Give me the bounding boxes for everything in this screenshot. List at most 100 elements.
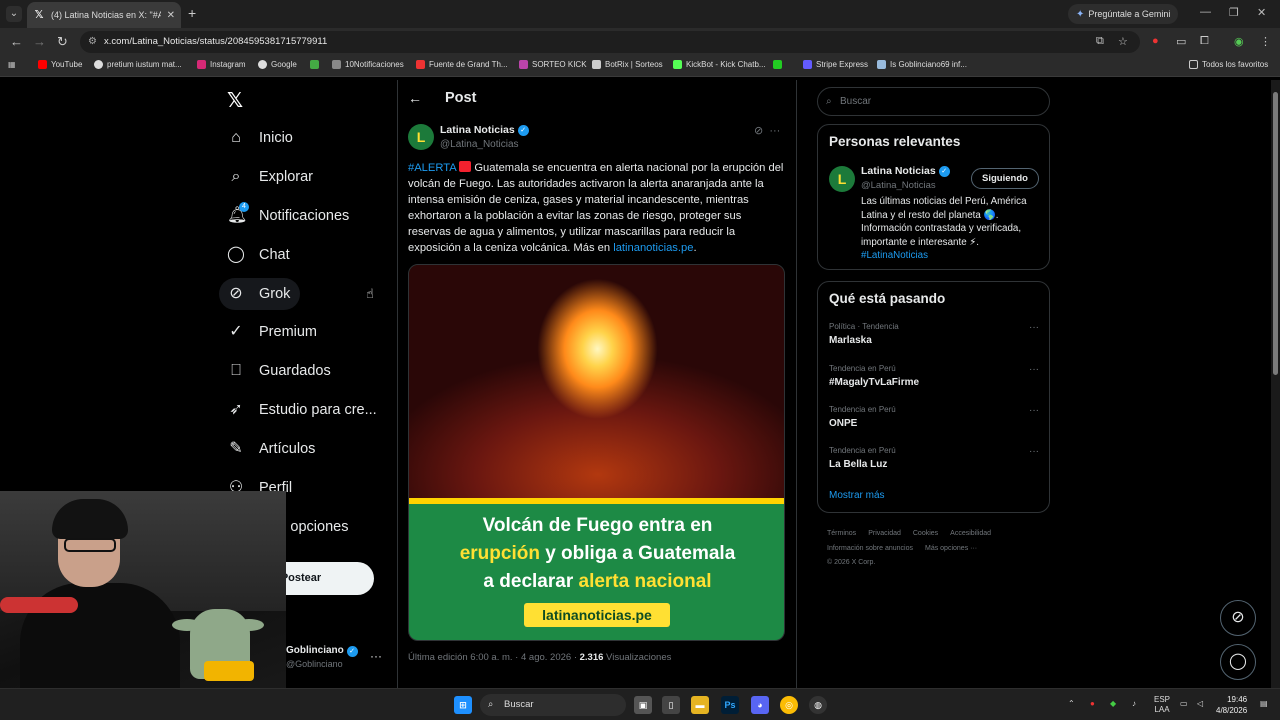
obs-icon[interactable]: ◍ xyxy=(809,696,827,714)
post-link[interactable]: latinanoticias.pe xyxy=(613,242,693,254)
nav-item-grok[interactable]: ⊘ Grok xyxy=(219,278,301,310)
tab-search-icon[interactable]: ⌄ xyxy=(6,6,22,22)
forward-icon[interactable]: → xyxy=(33,34,46,49)
instagram-icon xyxy=(197,60,206,69)
account-more-icon[interactable]: ··· xyxy=(370,649,382,663)
trend-more-icon[interactable]: ··· xyxy=(1029,405,1039,416)
verified-icon: ✓ xyxy=(517,124,529,136)
footer-link[interactable]: Más opciones ··· xyxy=(925,545,977,552)
headline-highlight: alerta nacional xyxy=(578,571,712,592)
trend-item[interactable]: Tendencia en Perú ONPE ··· xyxy=(829,405,1039,429)
trend-more-icon[interactable]: ··· xyxy=(1029,446,1039,457)
new-tab-icon[interactable]: + xyxy=(188,5,196,21)
tray-chevron-icon[interactable]: ⌃ xyxy=(1068,699,1075,708)
bio-hashtag-link[interactable]: #LatinaNoticias xyxy=(861,250,928,261)
bookmark-pretium[interactable]: pretium iustum mat... xyxy=(94,60,182,69)
trend-item[interactable]: Tendencia en Perú #MagalyTvLaFirme ··· xyxy=(829,364,1039,388)
nav-item-estudio[interactable]: ➶ Estudio para cre... xyxy=(219,394,387,426)
following-button[interactable]: Siguiendo xyxy=(971,168,1039,189)
bookmark-10notificaciones[interactable]: 10Notificaciones xyxy=(332,60,404,69)
scrollbar-thumb[interactable] xyxy=(1273,92,1278,375)
tray-app-icon[interactable]: ● xyxy=(1090,699,1095,708)
notifications-icon[interactable]: ▤ xyxy=(1260,699,1268,708)
trend-item[interactable]: Tendencia en Perú La Bella Luz ··· xyxy=(829,446,1039,470)
chrome-icon[interactable]: ◎ xyxy=(780,696,798,714)
bookmark-green[interactable] xyxy=(773,60,782,69)
nav-item-explorar[interactable]: ⌕ Explorar xyxy=(219,161,323,193)
install-icon[interactable]: ⧉ xyxy=(1096,35,1104,48)
footer-link[interactable]: Términos xyxy=(827,530,856,537)
back-arrow-icon[interactable]: ← xyxy=(408,90,422,106)
file-icon[interactable]: ▯ xyxy=(662,696,680,714)
restore-icon[interactable]: ❐ xyxy=(1229,6,1239,19)
window-close-icon[interactable]: ✕ xyxy=(1257,6,1266,19)
bookmark-google[interactable]: Google xyxy=(258,60,297,69)
windows-start-icon[interactable]: ⊞ xyxy=(454,696,472,714)
volume-icon[interactable]: ◁ xyxy=(1197,699,1203,708)
tab-close-icon[interactable]: ✕ xyxy=(167,10,175,21)
reload-icon[interactable]: ↻ xyxy=(57,34,68,50)
bookmark-youtube[interactable]: YouTube xyxy=(38,60,82,69)
gemini-button[interactable]: ✦ Pregúntale a Gemini xyxy=(1068,4,1179,24)
x-favicon-icon: 𝕏 xyxy=(34,9,44,21)
language-indicator[interactable]: ESP LAA xyxy=(1154,695,1170,715)
network-icon[interactable]: ▭ xyxy=(1180,699,1188,708)
tray-mic-icon[interactable]: ♪ xyxy=(1132,699,1136,708)
taskbar-clock[interactable]: 19:46 4/8/2026 xyxy=(1216,694,1247,716)
hashtag-link[interactable]: #ALERTA xyxy=(408,162,456,174)
chrome-menu-icon[interactable]: ⋮ xyxy=(1260,35,1271,48)
file-explorer-icon[interactable]: ▬ xyxy=(691,696,709,714)
profile-avatar-icon[interactable]: ◉ xyxy=(1234,35,1244,48)
bookmark-icon-only[interactable] xyxy=(310,60,319,69)
discord-icon[interactable]: ◕ xyxy=(751,696,769,714)
apps-grid-icon[interactable]: ▦ xyxy=(8,60,16,69)
chat-float-button[interactable]: ◯ xyxy=(1220,644,1256,680)
task-view-icon[interactable]: ▣ xyxy=(634,696,652,714)
post-media[interactable]: Volcán de Fuego entra en erupción y obli… xyxy=(408,264,785,641)
bookmark-grand-theft[interactable]: Fuente de Grand Th... xyxy=(416,60,508,69)
all-bookmarks-folder[interactable]: Todos los favoritos xyxy=(1189,60,1268,69)
trend-more-icon[interactable]: ··· xyxy=(1029,364,1039,375)
url-field[interactable]: ⚙ x.com/Latina_Noticias/status/208459538… xyxy=(80,31,1140,53)
footer-link[interactable]: Accesibilidad xyxy=(950,530,991,537)
site-info-icon[interactable]: ⚙ xyxy=(88,31,97,53)
post-author[interactable]: Latina Noticias ✓ @Latina_Noticias xyxy=(440,124,529,150)
footer-link[interactable]: Información sobre anuncios xyxy=(827,545,913,552)
x-logo-icon[interactable]: 𝕏 xyxy=(227,88,243,113)
photoshop-icon[interactable]: Ps xyxy=(721,696,739,714)
post-more-icon[interactable]: ··· xyxy=(769,125,780,137)
bookmark-instagram[interactable]: Instagram xyxy=(197,60,246,69)
back-icon[interactable]: ← xyxy=(10,34,23,49)
extension-icon[interactable]: ● xyxy=(1152,35,1159,47)
show-more-link[interactable]: Mostrar más xyxy=(829,490,885,501)
footer-link[interactable]: Privacidad xyxy=(868,530,901,537)
grok-icon[interactable]: ⊘ xyxy=(754,125,763,137)
bookmark-goblinciano[interactable]: Is Goblinciano69 inf... xyxy=(877,60,967,69)
bookmark-stripe[interactable]: Stripe Express xyxy=(803,60,868,69)
extensions-puzzle-icon[interactable]: ⧠ xyxy=(1200,35,1209,48)
search-input[interactable]: ⌕ Buscar xyxy=(817,87,1050,116)
tray-app-icon[interactable]: ◆ xyxy=(1110,699,1116,708)
trend-more-icon[interactable]: ··· xyxy=(1029,322,1039,333)
bookmark-star-icon[interactable]: ☆ xyxy=(1118,35,1128,48)
bookmark-kickbot[interactable]: KickBot - Kick Chatb... xyxy=(673,60,766,69)
minimize-icon[interactable]: — xyxy=(1200,6,1211,18)
nav-item-notificaciones[interactable]: 🔔︎ 4 Notificaciones xyxy=(219,200,359,232)
relevant-name[interactable]: Latina Noticias ✓ xyxy=(861,165,950,177)
relevant-avatar[interactable]: L xyxy=(829,166,855,192)
bookmark-botrix[interactable]: BotRix | Sorteos xyxy=(592,60,663,69)
nav-item-inicio[interactable]: ⌂ Inicio xyxy=(219,122,303,154)
bookmark-sorteo-kick[interactable]: SORTEO KICK xyxy=(519,60,587,69)
nav-item-premium[interactable]: ✓ Premium xyxy=(219,316,327,348)
grok-float-button[interactable]: ⊘ xyxy=(1220,600,1256,636)
nav-item-articulos[interactable]: ✎ Artículos xyxy=(219,433,325,465)
trend-item[interactable]: Política · Tendencia Marlaska ··· xyxy=(829,322,1039,346)
browser-tab[interactable]: 𝕏 (4) Latina Noticias en X: "#ALERTA ✕ xyxy=(27,2,181,28)
nav-item-guardados[interactable]: ⎕ Guardados xyxy=(219,355,341,387)
author-avatar[interactable]: L xyxy=(408,124,434,150)
extension-icon-2[interactable]: ▭ xyxy=(1176,35,1186,48)
kickbot-icon xyxy=(673,60,682,69)
taskbar-search[interactable]: ⌕ Buscar xyxy=(480,694,626,716)
nav-item-chat[interactable]: ◯ Chat xyxy=(219,239,300,271)
footer-link[interactable]: Cookies xyxy=(913,530,938,537)
